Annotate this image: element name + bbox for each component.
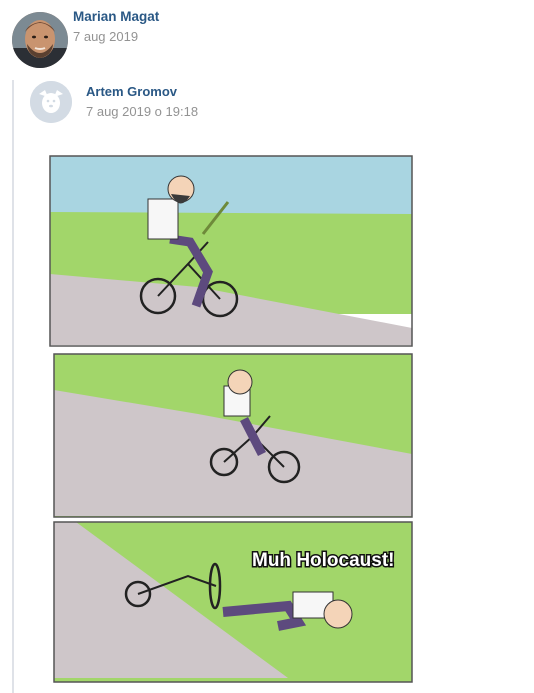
post-image[interactable]: Muh Holocaust! [48,154,414,684]
repost-indent-bar [12,80,14,693]
default-dog-avatar-icon [30,81,72,123]
meme-panel-1 [49,155,413,347]
repost-author-avatar[interactable] [30,81,72,123]
author-photo-icon [12,12,68,68]
wall-post: Marian Magat 7 aug 2019 Artem Gromov 7 a… [0,0,534,693]
bike-stick-meme-image: Muh Holocaust! [49,155,413,683]
author-name-link[interactable]: Marian Magat [73,9,159,24]
repost-date[interactable]: 7 aug 2019 o 19:18 [86,104,198,119]
meme-panel-3: Muh Holocaust! [53,521,413,683]
post-date[interactable]: 7 aug 2019 [73,29,138,44]
meme-panel-2 [53,353,413,518]
meme-caption: Muh Holocaust! [252,550,395,571]
author-avatar[interactable] [12,12,68,68]
repost-author-name-link[interactable]: Artem Gromov [86,84,177,99]
